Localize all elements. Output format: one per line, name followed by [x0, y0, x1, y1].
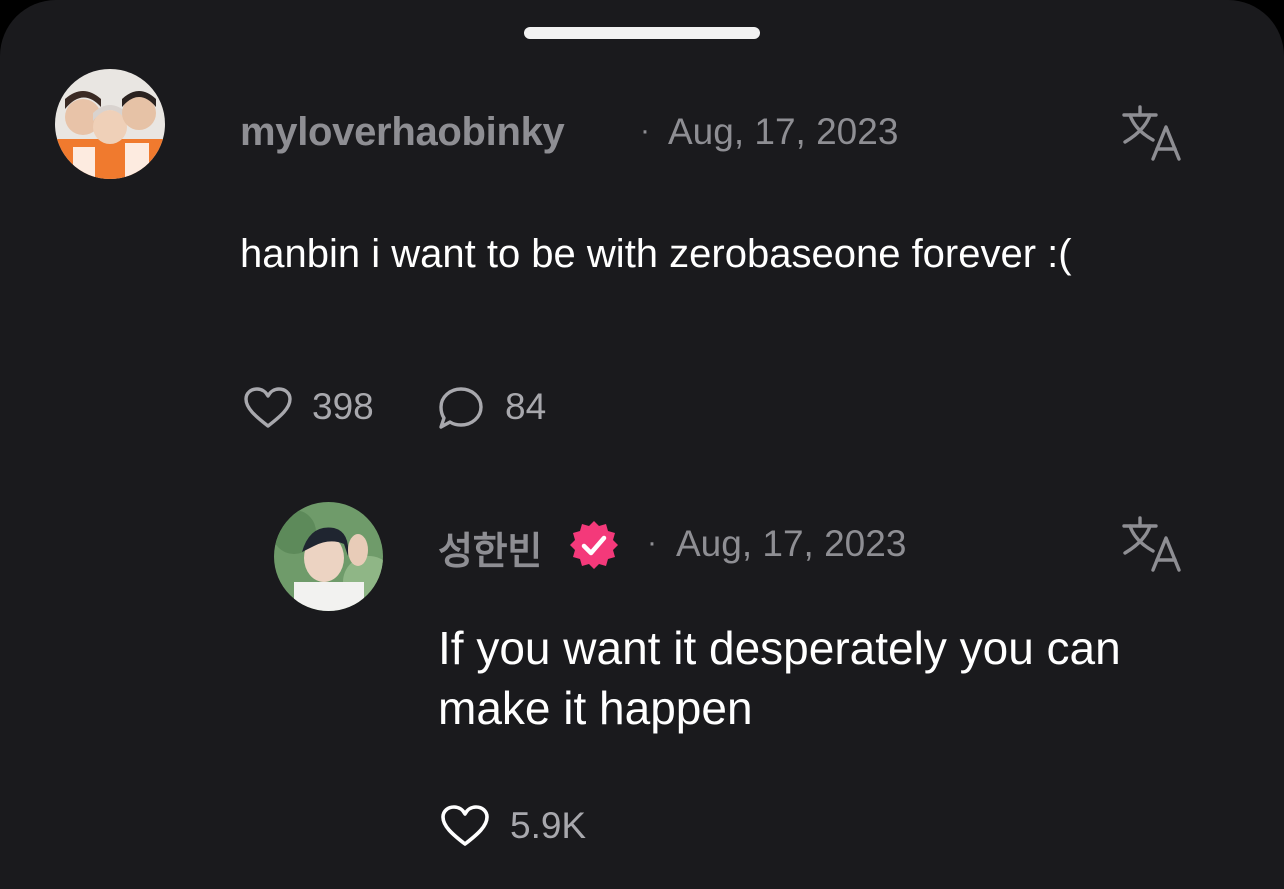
reply-like-count: 5.9K	[510, 805, 587, 846]
verified-badge-icon	[570, 521, 618, 569]
comment-username[interactable]: myloverhaobinky	[240, 110, 565, 155]
comment-bubble-icon[interactable]	[437, 385, 485, 431]
reply-text: If you want it desperately you can make …	[438, 622, 1121, 734]
translate-icon	[1122, 105, 1181, 161]
reply-translate-button[interactable]	[1121, 515, 1187, 573]
comment-avatar[interactable]	[55, 69, 165, 179]
avatar-photo-icon	[274, 502, 383, 611]
translate-icon	[1122, 516, 1181, 572]
avatar-photo-icon	[55, 69, 165, 179]
reply-separator: ·	[647, 526, 657, 559]
reply-avatar[interactable]	[274, 502, 383, 611]
comment-separator: ·	[640, 114, 650, 147]
comment-reply-count: 84	[505, 386, 547, 427]
reply-username[interactable]: 성한빈	[438, 520, 542, 575]
comment-text: hanbin i want to be with zerobaseone for…	[240, 232, 1072, 276]
comment-translate-button[interactable]	[1121, 104, 1187, 162]
sheet-grabber-handle[interactable]	[524, 27, 760, 39]
comment-date: Aug, 17, 2023	[668, 111, 899, 152]
heart-icon[interactable]	[440, 804, 490, 848]
reply-date: Aug, 17, 2023	[676, 523, 907, 564]
comment-like-count: 398	[312, 386, 374, 427]
heart-icon[interactable]	[243, 386, 293, 430]
comment-sheet: myloverhaobinky · Aug, 17, 2023 hanbin i…	[0, 0, 1284, 889]
